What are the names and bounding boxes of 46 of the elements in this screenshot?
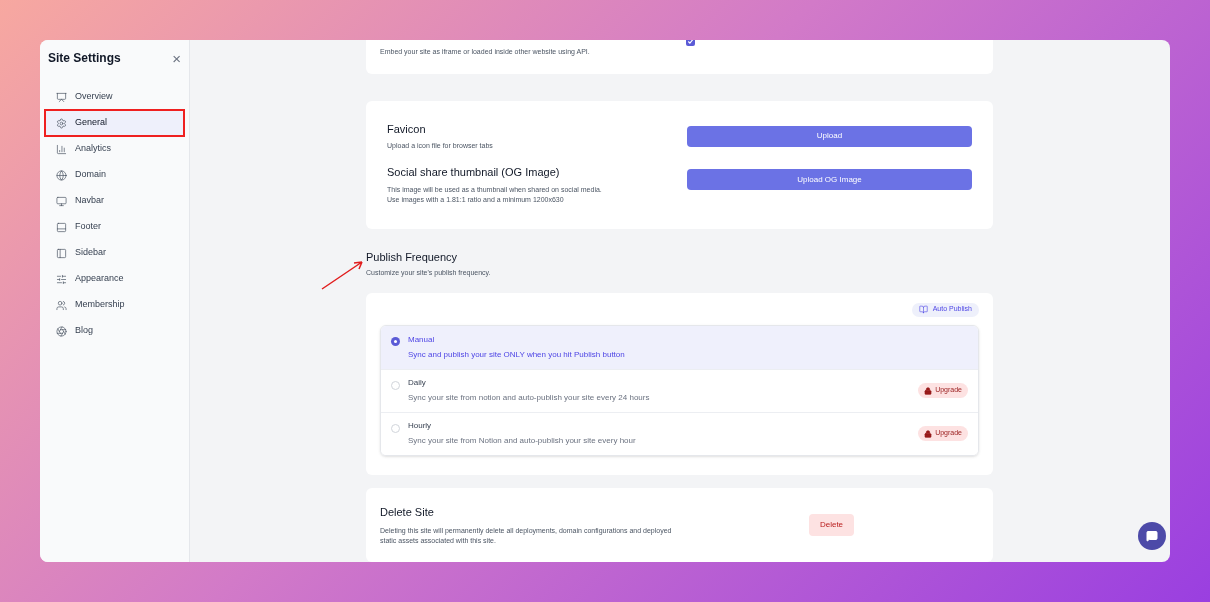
- book-icon: [918, 305, 928, 314]
- panel-left-icon: [56, 247, 67, 259]
- sidebar-item[interactable]: Navbar: [46, 189, 183, 213]
- radio-button[interactable]: [391, 336, 400, 346]
- upload-button[interactable]: Upload OG Image: [687, 169, 972, 190]
- option-label: Hourly: [408, 420, 433, 432]
- aperture-icon: [56, 325, 67, 337]
- sidebar-item[interactable]: Domain: [46, 163, 183, 187]
- option-label: Daily: [408, 377, 427, 389]
- lock-icon: [924, 429, 933, 438]
- option-description: Sync and publish your site ONLY when you hit Publish button: [408, 348, 626, 361]
- sidebar-item[interactable]: Membership: [46, 293, 183, 317]
- presentation-icon: [56, 91, 67, 103]
- setting-title: Delete Site: [380, 504, 435, 520]
- radio-button[interactable]: [391, 423, 400, 433]
- upload-button[interactable]: Upload: [687, 125, 972, 147]
- settings-icon: [56, 117, 67, 129]
- setting-title: Social share thumbnail (OG Image): [387, 165, 561, 180]
- users-icon: [56, 299, 67, 311]
- globe-icon: [56, 169, 67, 181]
- setting-title: Favicon: [387, 121, 427, 137]
- option-description: Sync your site from notion and auto-publish your site every 24 hours: [408, 392, 651, 404]
- sidebar-item[interactable]: Blog: [46, 319, 183, 343]
- sliders-icon: [56, 273, 67, 285]
- sidebar-title: Site Settings: [48, 50, 121, 67]
- sidebar-item[interactable]: Overview: [46, 85, 183, 109]
- sidebar-item[interactable]: General: [46, 111, 183, 135]
- panel-bottom-icon: [56, 221, 67, 233]
- chat-button[interactable]: [1138, 522, 1166, 550]
- delete-button[interactable]: Delete: [809, 513, 854, 536]
- option-label: Manual: [408, 333, 436, 346]
- sidebar-item[interactable]: Footer: [46, 215, 183, 239]
- frequency-option[interactable]: Manual Sync and publish your site ONLY when you hit Publish button: [381, 325, 978, 369]
- section-title: Publish Frequency: [366, 249, 459, 265]
- radio-button[interactable]: [391, 380, 400, 390]
- sidebar-item[interactable]: Sidebar: [46, 241, 183, 265]
- annotation-arrow: [320, 259, 366, 291]
- bar-chart-icon: [56, 143, 67, 155]
- close-button[interactable]: ×: [172, 50, 181, 66]
- check-icon: [687, 40, 694, 45]
- lock-icon: [924, 386, 933, 395]
- monitor-icon: [56, 195, 67, 207]
- sidebar-item[interactable]: Analytics: [46, 137, 183, 161]
- sidebar-item[interactable]: Appearance: [46, 267, 183, 291]
- option-description: Sync your site from Notion and auto-publish your site every hour: [408, 435, 637, 447]
- chat-icon: [1146, 530, 1158, 542]
